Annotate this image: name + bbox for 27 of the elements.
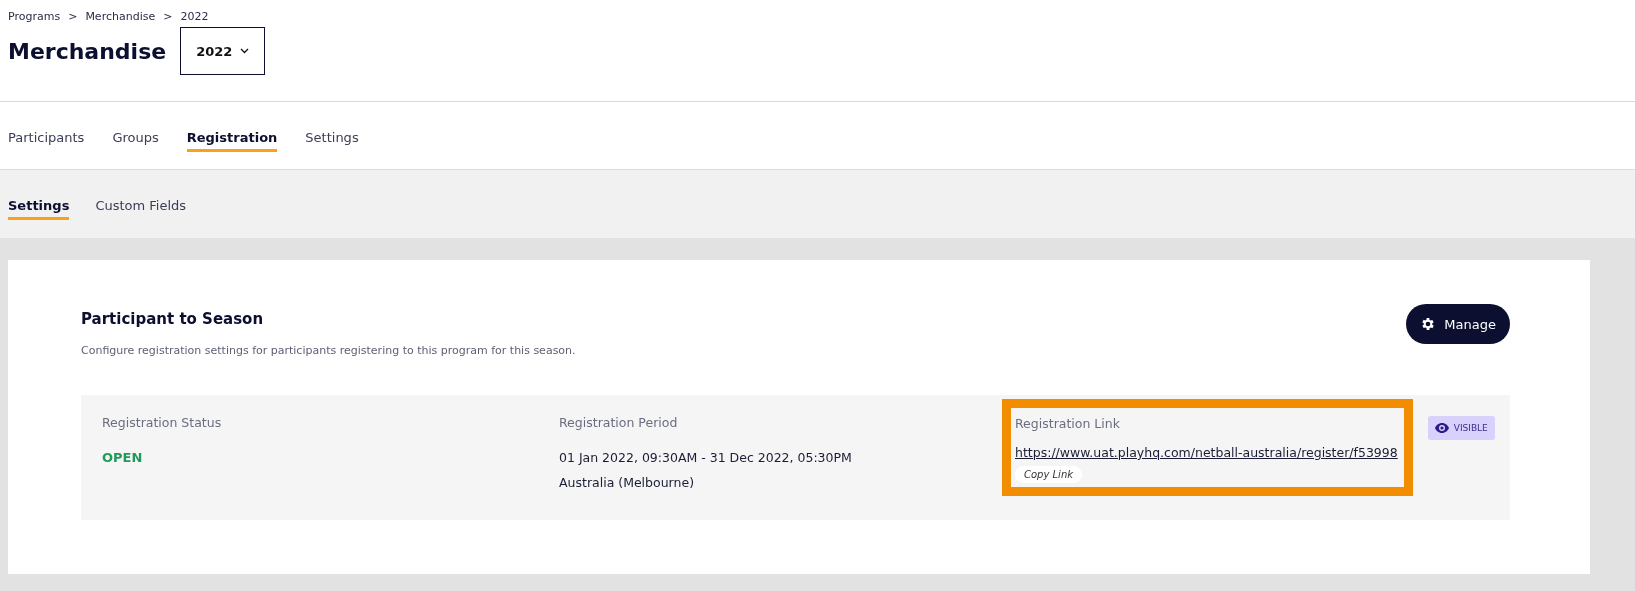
section-title: Participant to Season [81,310,265,328]
chevron-down-icon [240,48,250,54]
copy-link-button[interactable]: Copy Link [1015,466,1083,483]
field-label: Registration Link [1015,416,1120,431]
nav-tab[interactable]: Settings [305,125,359,152]
period-value: 01 Jan 2022, 09:30AM - 31 Dec 2022, 05:30PM [559,450,853,465]
breadcrumb-separator: > [163,10,173,23]
field-label: Registration Status [102,415,223,430]
field-label: Registration Period [559,415,679,430]
section-description: Configure registration settings for participants registering to this program for this season. [81,344,576,357]
sub-tab[interactable]: Custom Fields [95,194,187,220]
status-value: OPEN [102,450,144,465]
eye-icon [1434,423,1449,433]
nav-tab[interactable]: Participants [8,125,85,152]
breadcrumb-separator: > [68,10,78,23]
season-dropdown[interactable]: 2022 [180,27,266,75]
breadcrumb-link[interactable]: Merchandise [85,10,156,23]
sub-tab[interactable]: Settings [8,194,70,220]
breadcrumb-current: 2022 [180,10,209,23]
page-title: Merchandise [8,38,167,64]
nav-tab[interactable]: Groups [112,125,159,152]
registration-link[interactable]: https://www.uat.playhq.com/netball-australia/register/f53998 [1015,445,1398,460]
manage-button[interactable]: Manage [1406,304,1510,344]
breadcrumb-link[interactable]: Programs [8,10,61,23]
timezone-value: Australia (Melbourne) [559,475,695,490]
badge-label: VISIBLE [1453,423,1488,433]
nav-tab[interactable]: Registration [186,125,278,152]
